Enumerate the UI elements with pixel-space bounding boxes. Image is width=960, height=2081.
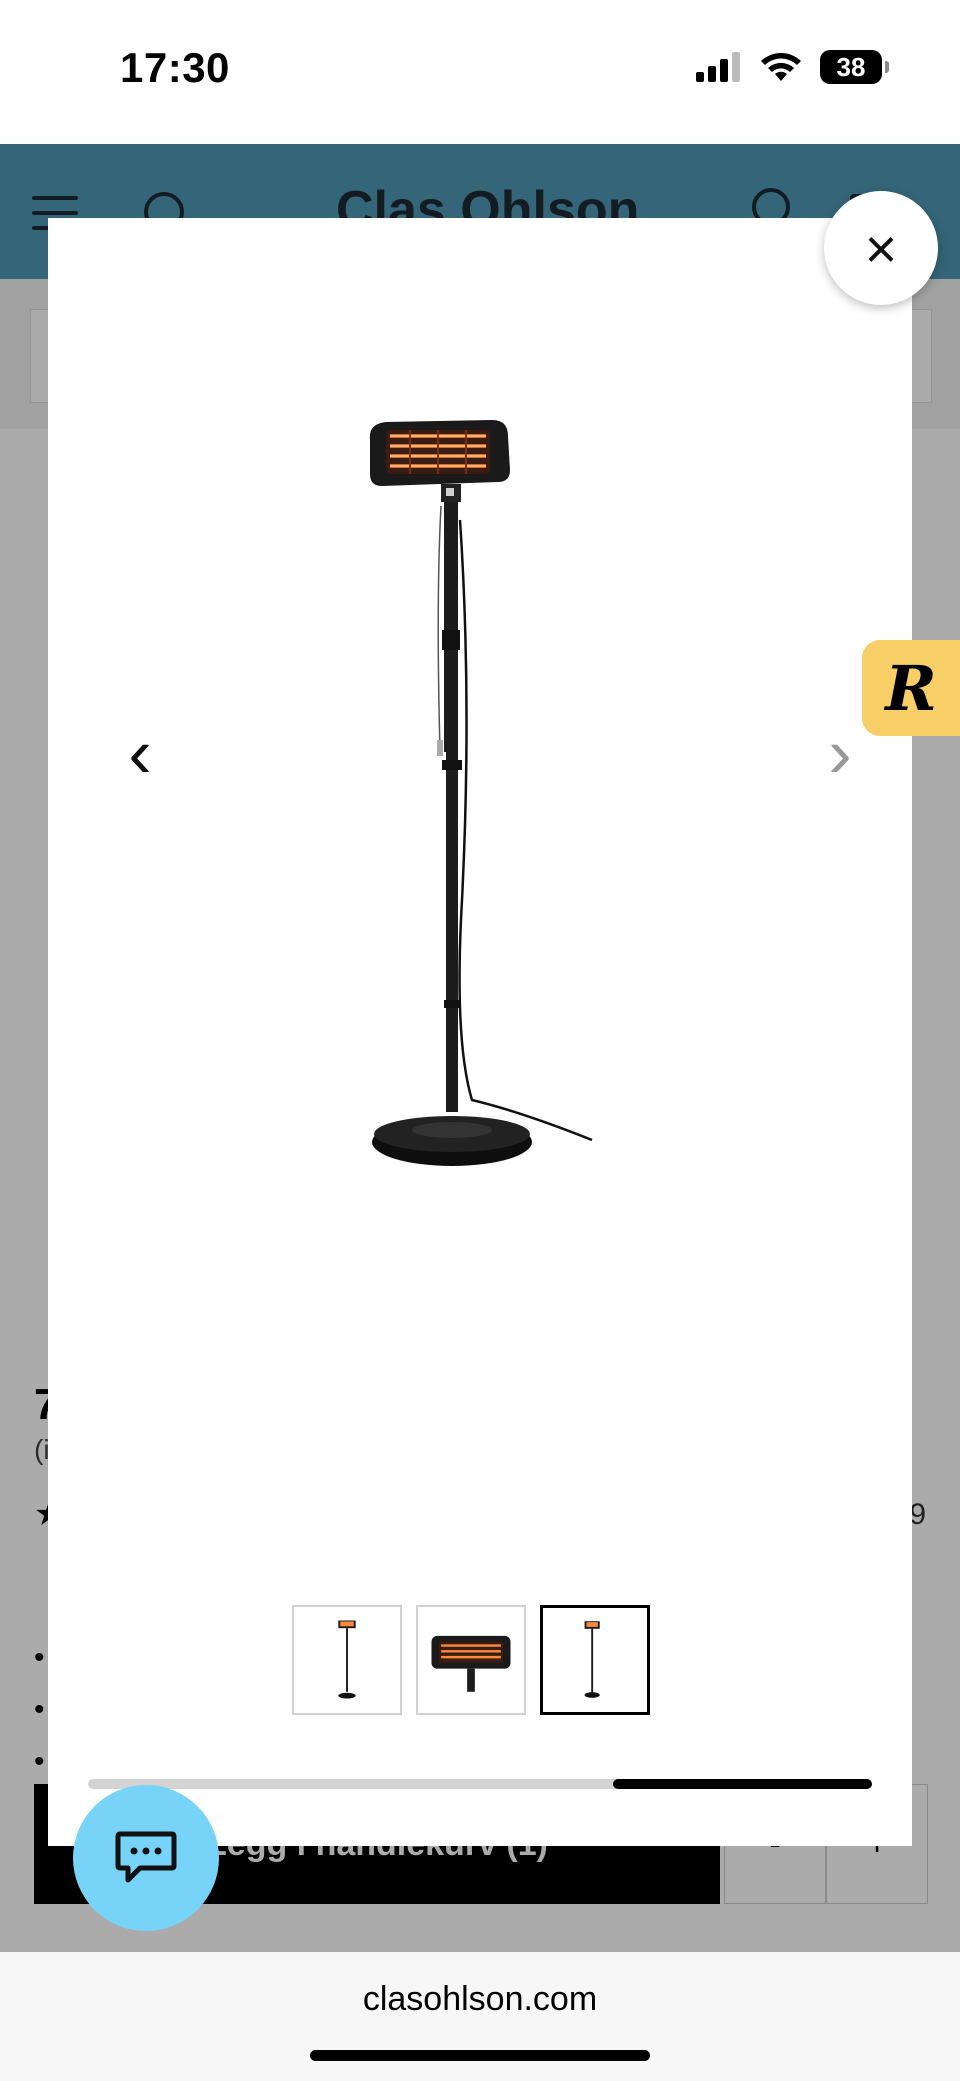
browser-url-bar[interactable]: clasohlson.com xyxy=(0,1952,960,2081)
chat-button[interactable] xyxy=(73,1785,219,1931)
image-gallery-modal: ‹ › xyxy=(48,218,912,1846)
close-button[interactable]: × xyxy=(824,191,938,305)
url-text[interactable]: clasohlson.com xyxy=(0,1980,960,2019)
product-image xyxy=(369,420,593,1166)
thumbnail-2[interactable] xyxy=(416,1605,526,1715)
thumbnail-strip xyxy=(292,1605,650,1715)
status-bar: 17:30 38 xyxy=(0,0,960,144)
battery-icon: 38 xyxy=(820,50,889,84)
cellular-signal-icon xyxy=(696,52,740,82)
status-icons: 38 xyxy=(696,50,889,84)
gallery-scrollbar-thumb[interactable] xyxy=(613,1779,872,1789)
chat-icon xyxy=(115,1831,177,1883)
home-indicator[interactable] xyxy=(310,2050,650,2061)
previous-image-button[interactable]: ‹ xyxy=(110,708,170,798)
wifi-icon xyxy=(761,53,801,81)
heater-full-thumbnail xyxy=(338,1620,356,1699)
heater-head-thumbnail xyxy=(431,1635,511,1692)
thumbnail-3[interactable] xyxy=(540,1605,650,1715)
status-time: 17:30 xyxy=(120,44,230,91)
next-image-button[interactable]: › xyxy=(810,708,870,798)
gallery-scrollbar[interactable] xyxy=(88,1779,872,1789)
thumbnail-1[interactable] xyxy=(292,1605,402,1715)
reviews-badge-icon[interactable]: R xyxy=(862,640,960,736)
heater-full-alt-thumbnail xyxy=(584,1621,600,1698)
